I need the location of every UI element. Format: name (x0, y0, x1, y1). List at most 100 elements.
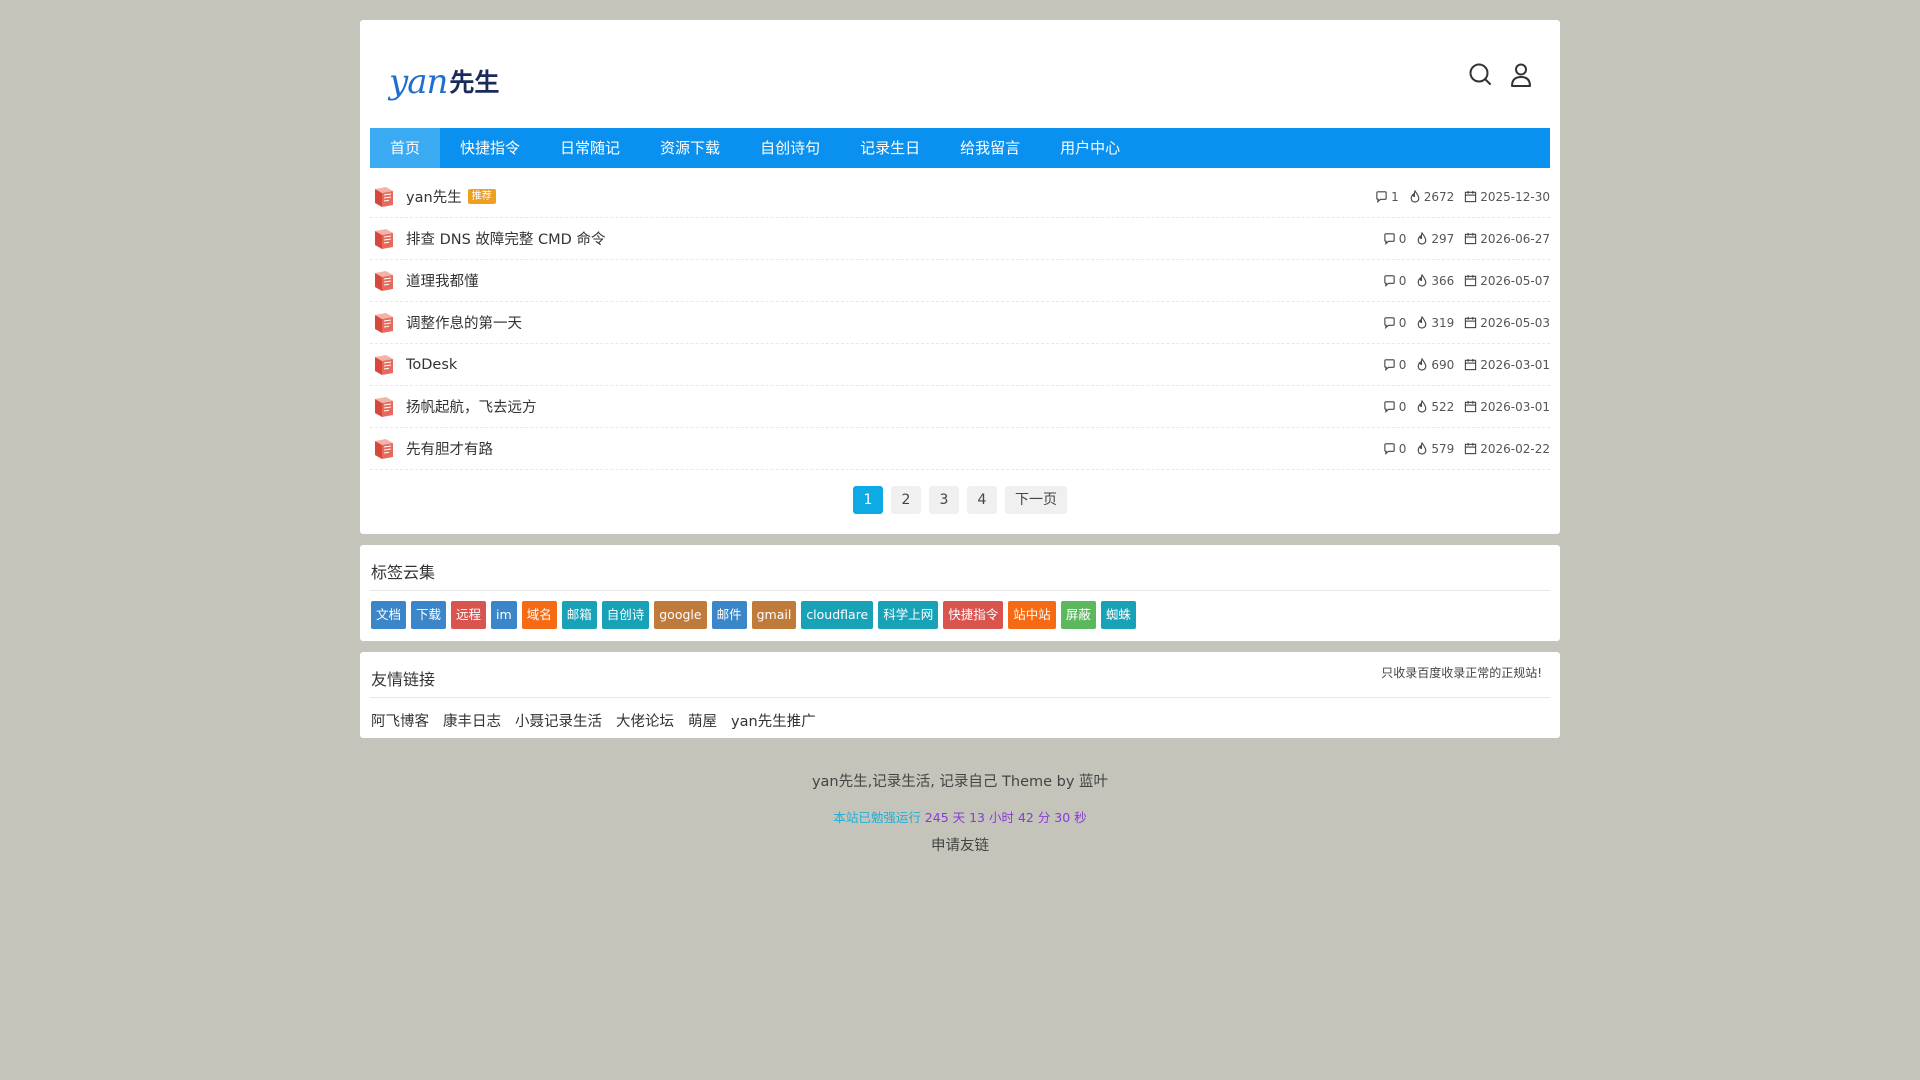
friend-link[interactable]: yan先生推广 (731, 710, 816, 731)
tag-item[interactable]: cloudflare (801, 601, 874, 629)
post-title[interactable]: yan先生 (406, 186, 462, 207)
calendar-icon (1464, 232, 1480, 245)
calendar-icon (1464, 274, 1480, 287)
site-runtime: 本站已勉强运行 245 天 13 小时 42 分 30 秒 (0, 807, 1920, 826)
nav-item-2[interactable]: 日常随记 (540, 128, 640, 168)
comment-count-group: 0 (1383, 399, 1407, 414)
book-icon (372, 227, 396, 251)
calendar-icon (1464, 442, 1480, 455)
tag-item[interactable]: 蜘蛛 (1100, 601, 1136, 629)
nav-item-5[interactable]: 记录生日 (840, 128, 940, 168)
view-count: 690 (1431, 357, 1455, 372)
view-count-group: 297 (1416, 232, 1454, 246)
fire-icon (1409, 190, 1424, 203)
tag-item[interactable]: im (491, 601, 517, 629)
post-row[interactable]: ToDesk 0 690 2026-03-01 (370, 344, 1550, 386)
nav-item-0[interactable]: 首页 (370, 128, 441, 168)
fire-icon (1416, 400, 1431, 413)
next-page-button[interactable]: 下一页 (1005, 486, 1067, 514)
page-button[interactable]: 3 (929, 486, 959, 514)
post-title[interactable]: 扬帆起航，飞去远方 (406, 396, 537, 417)
comment-icon (1383, 232, 1399, 245)
page-button[interactable]: 4 (967, 486, 997, 514)
friend-link[interactable]: 大佬论坛 (616, 710, 674, 731)
post-meta: 0 690 2026-03-01 (1373, 344, 1550, 385)
post-meta: 0 319 2026-05-03 (1373, 302, 1550, 343)
nav-item-1[interactable]: 快捷指令 (440, 128, 540, 168)
tag-item[interactable]: 自创诗 (601, 601, 650, 629)
post-date-group: 2026-02-22 (1464, 442, 1550, 456)
page-button[interactable]: 2 (891, 486, 921, 514)
friend-links-note: 只收录百度收录正常的正规站! (1381, 666, 1542, 680)
tag-item[interactable]: 下载 (411, 601, 447, 629)
tag-item[interactable]: 邮件 (711, 601, 747, 629)
tag-item[interactable]: google (654, 601, 707, 629)
post-title[interactable]: ToDesk (406, 357, 457, 373)
fire-icon (1416, 442, 1431, 455)
comment-icon (1383, 442, 1399, 455)
tag-item[interactable]: 屏蔽 (1060, 601, 1096, 629)
calendar-icon (1464, 400, 1480, 413)
post-row[interactable]: 先有胆才有路 0 579 2026-02-22 (370, 428, 1550, 470)
search-icon[interactable] (1466, 60, 1496, 90)
friend-links-title: 友情链接 (371, 670, 436, 689)
nav-item-4[interactable]: 自创诗句 (740, 128, 840, 168)
post-title[interactable]: 道理我都懂 (406, 270, 479, 291)
nav-item-3[interactable]: 资源下载 (640, 128, 740, 168)
view-count-group: 319 (1416, 316, 1454, 330)
nav-item-7[interactable]: 用户中心 (1040, 128, 1140, 168)
friend-link[interactable]: 阿飞博客 (371, 710, 429, 731)
apply-friend-link[interactable]: 申请友链 (0, 834, 1920, 855)
friend-link[interactable]: 康丰日志 (443, 710, 501, 731)
view-count: 319 (1431, 315, 1455, 330)
tag-item[interactable]: 文档 (371, 601, 407, 629)
nav-item-6[interactable]: 给我留言 (940, 128, 1040, 168)
runtime-text: 245 天 13 小时 42 分 30 秒 (924, 810, 1087, 825)
post-date-group: 2026-05-03 (1464, 316, 1550, 330)
user-icon[interactable] (1506, 60, 1536, 90)
tag-item[interactable]: 远程 (451, 601, 487, 629)
runtime-text: 本站已勉强运行 (833, 810, 925, 825)
post-row[interactable]: 调整作息的第一天 0 319 2026-05-03 (370, 302, 1550, 344)
tag-item[interactable]: gmail (751, 601, 797, 629)
tag-item[interactable]: 域名 (521, 601, 557, 629)
post-date: 2026-03-01 (1480, 357, 1550, 372)
view-count: 522 (1431, 399, 1455, 414)
post-meta: 0 522 2026-03-01 (1373, 386, 1550, 427)
comment-count: 0 (1398, 399, 1407, 414)
post-title[interactable]: 先有胆才有路 (406, 438, 493, 459)
page-button[interactable]: 1 (853, 486, 883, 514)
friend-link[interactable]: 小聂记录生活 (515, 710, 602, 731)
post-date: 2026-05-03 (1480, 315, 1550, 330)
book-icon (372, 353, 396, 377)
post-row[interactable]: 道理我都懂 0 366 2026-05-07 (370, 260, 1550, 302)
post-row[interactable]: 扬帆起航，飞去远方 0 522 2026-03-01 (370, 386, 1550, 428)
calendar-icon (1464, 316, 1480, 329)
tag-list: 文档 下载 远程 im 域名 邮箱 自创诗 google 邮件 gmail cloudflare 科学… (371, 601, 1136, 629)
tag-item[interactable]: 邮箱 (561, 601, 597, 629)
divider (370, 590, 1550, 591)
comment-count: 0 (1398, 315, 1407, 330)
comment-count: 0 (1398, 231, 1407, 246)
friend-links-card: 友情链接 只收录百度收录正常的正规站! 阿飞博客 康丰日志 小聂记录生活 大佬论坛 萌屋… (360, 652, 1560, 738)
post-row[interactable]: 排查 DNS 故障完整 CMD 命令 0 297 2026-06-27 (370, 218, 1550, 260)
fire-icon (1416, 232, 1431, 245)
main-nav: 首页 快捷指令 日常随记 资源下载 自创诗句 记录生日 给我留言 用户中心 (370, 128, 1550, 168)
friend-link[interactable]: 萌屋 (688, 710, 717, 731)
comment-count-group: 0 (1383, 231, 1407, 246)
post-date-group: 2026-06-27 (1464, 232, 1550, 246)
tag-item[interactable]: 科学上网 (878, 601, 939, 629)
logo-text-en: yan (389, 62, 448, 102)
fire-icon (1416, 274, 1431, 287)
theme-author-link[interactable]: 蓝叶 (1079, 774, 1108, 790)
post-title[interactable]: 排查 DNS 故障完整 CMD 命令 (406, 228, 605, 249)
post-title[interactable]: 调整作息的第一天 (406, 312, 522, 333)
site-logo[interactable]: yan 先生 (389, 58, 499, 102)
comment-count-group: 0 (1383, 274, 1406, 288)
tag-item[interactable]: 快捷指令 (943, 601, 1004, 629)
post-meta: 1 2672 2025-12-30 (1365, 176, 1550, 217)
comment-count-group: 0 (1383, 442, 1406, 456)
tag-item[interactable]: 站中站 (1008, 601, 1056, 629)
book-icon (372, 185, 396, 209)
post-row[interactable]: yan先生 推荐 1 2672 2025-12-30 (370, 176, 1550, 218)
